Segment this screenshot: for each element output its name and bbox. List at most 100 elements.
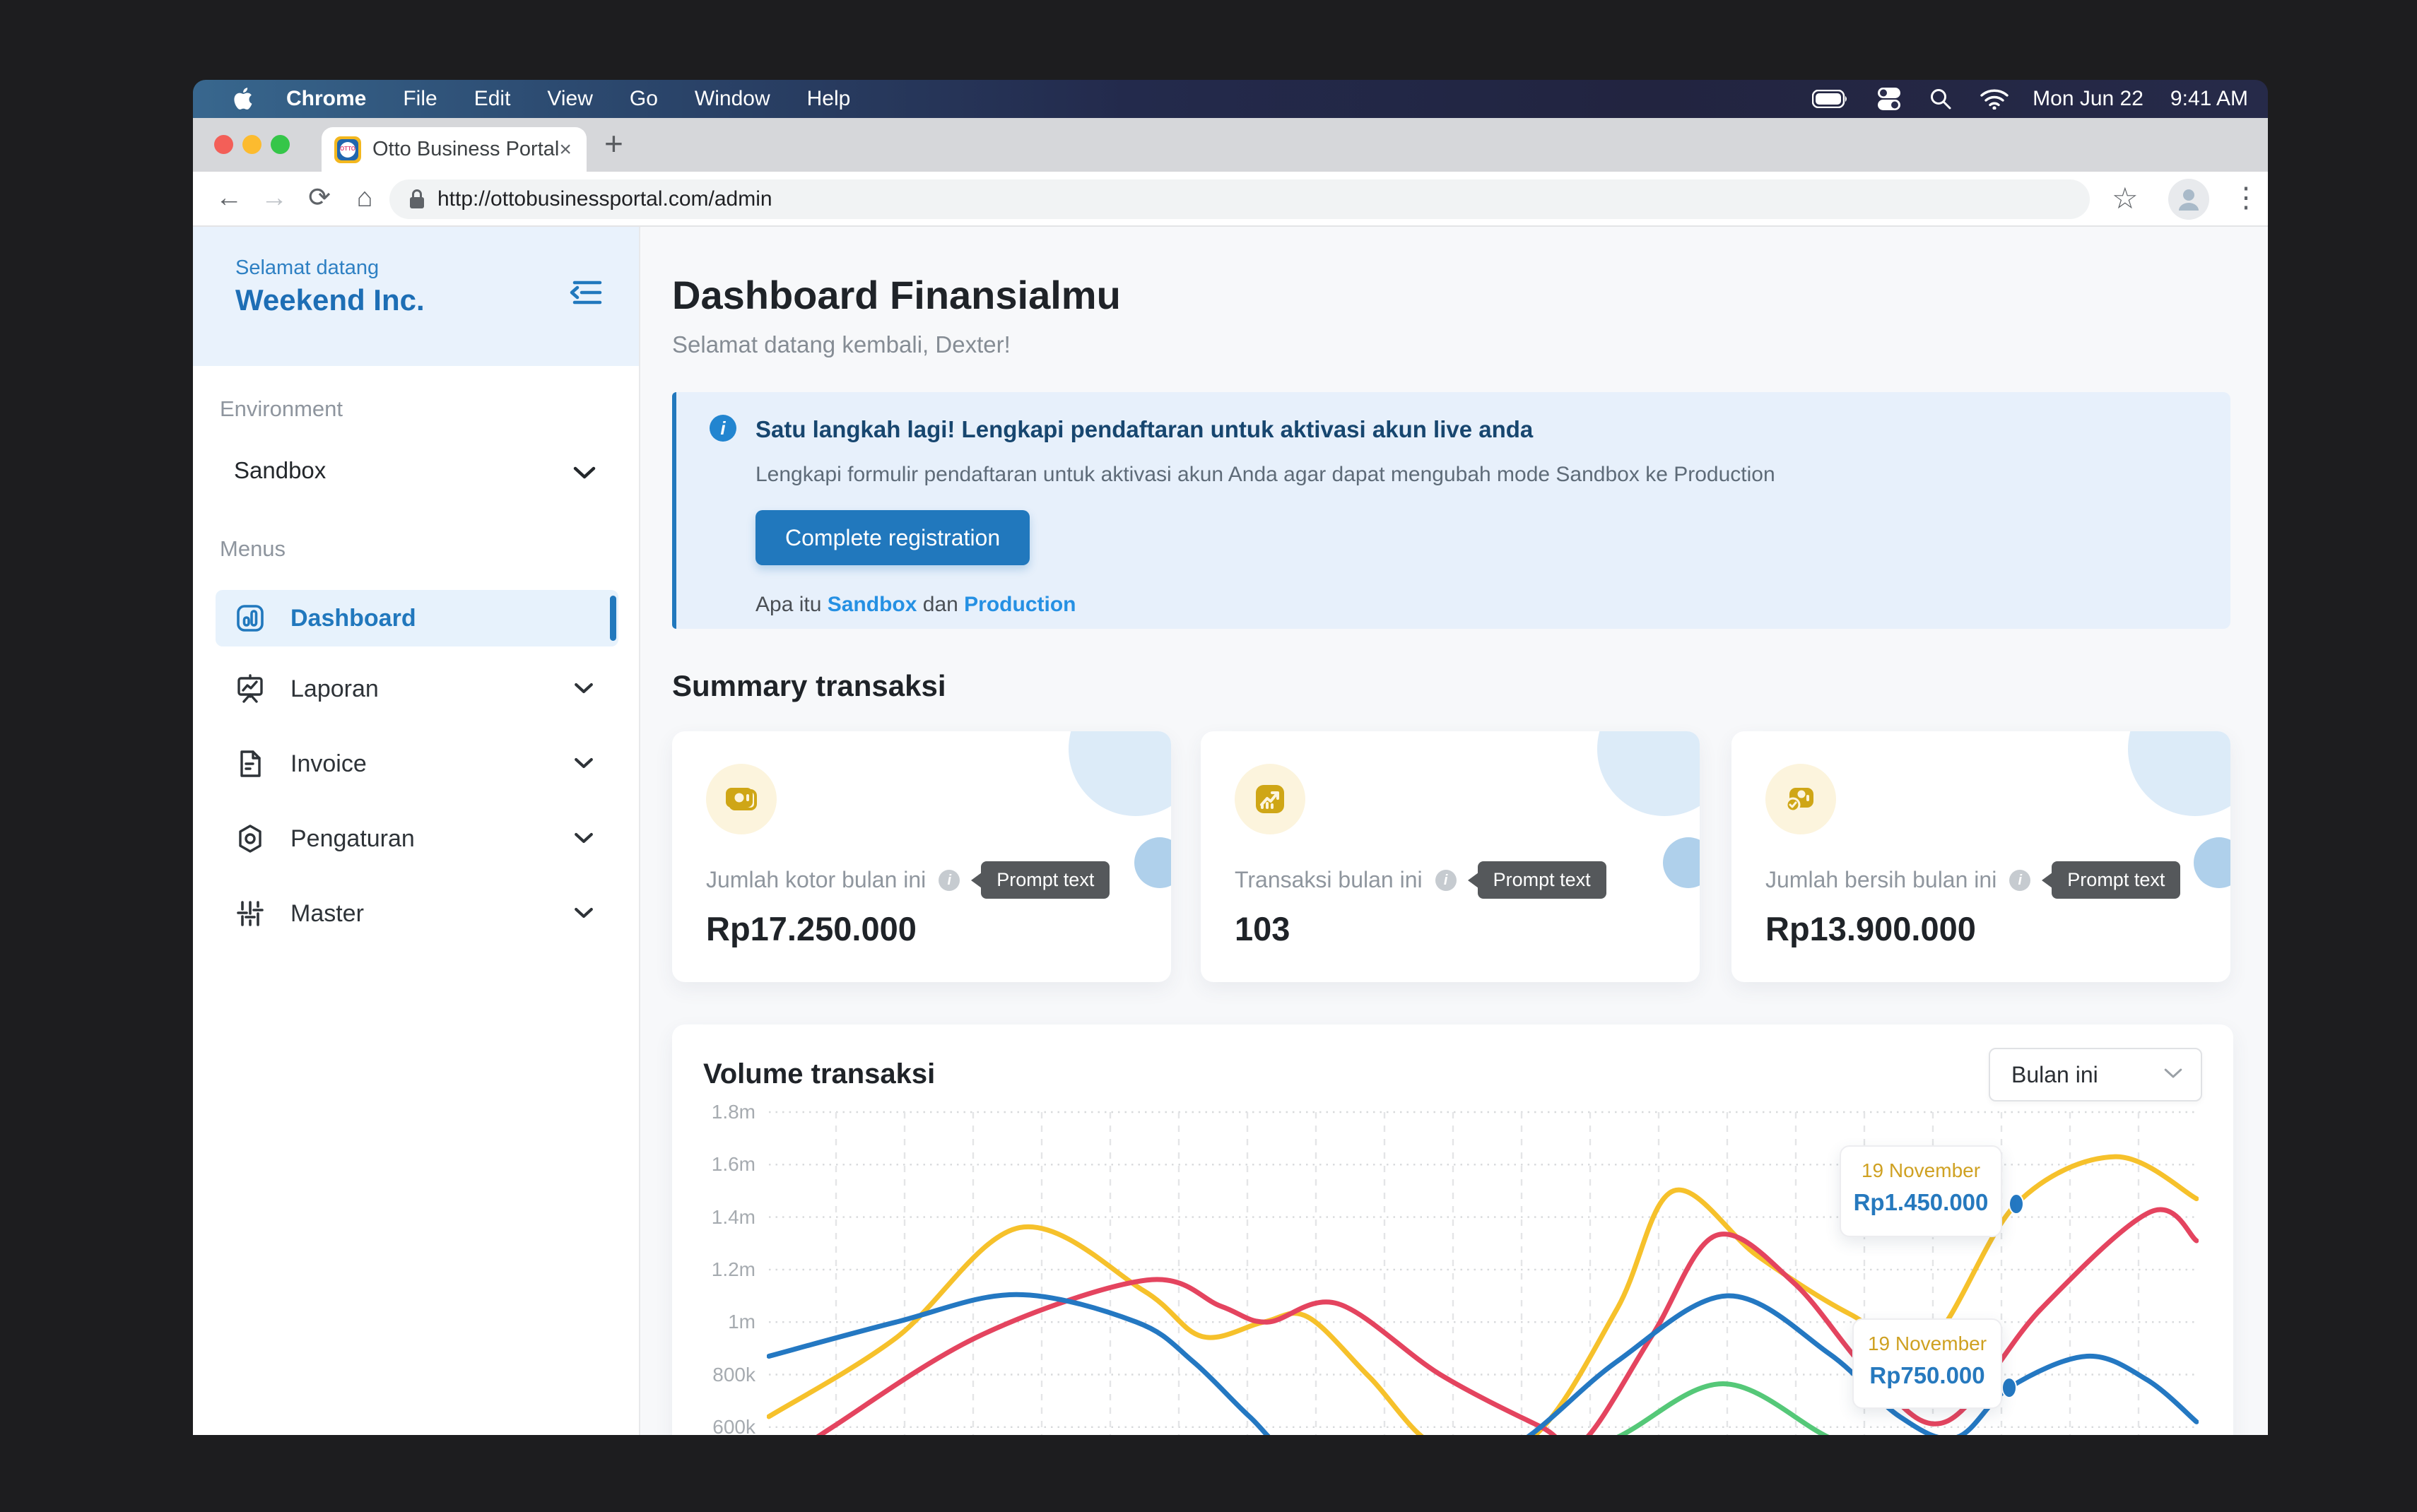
chevron-down-icon	[573, 755, 594, 774]
sidebar-item-master[interactable]: Master	[216, 885, 618, 942]
maximize-window-button[interactable]	[271, 135, 290, 154]
sidebar: Selamat datang Weekend Inc. Environment …	[193, 227, 640, 1435]
summary-card-transactions: Transaksi bulan ini i Prompt text 103	[1201, 731, 1700, 982]
url-text[interactable]: http://ottobusinessportal.com/admin	[437, 187, 772, 211]
menubar-file[interactable]: File	[403, 87, 437, 111]
collapse-sidebar-icon[interactable]	[568, 273, 606, 315]
banner-footer-prefix: Apa itu	[755, 593, 828, 616]
sidebar-item-label: Pengaturan	[290, 825, 415, 853]
chevron-down-icon	[2163, 1066, 2184, 1084]
control-center-icon[interactable]	[1877, 87, 1901, 111]
invoice-document-icon	[234, 748, 266, 779]
main-panel: Dashboard Finansialmu Selamat datang kem…	[640, 227, 2268, 1435]
decorative-circle	[2194, 837, 2230, 888]
sidebar-item-label: Laporan	[290, 675, 379, 703]
settings-icon	[234, 823, 266, 854]
profile-avatar[interactable]	[2168, 179, 2209, 220]
sidebar-item-laporan[interactable]: Laporan	[216, 661, 618, 717]
banner-title: Satu langkah lagi! Lengkapi pendaftaran …	[755, 416, 1533, 443]
prompt-tooltip: Prompt text	[981, 861, 1110, 899]
browser-menu-icon[interactable]: ⋮	[2232, 172, 2260, 227]
spotlight-search-icon[interactable]	[1929, 88, 1952, 110]
page-content: Selamat datang Weekend Inc. Environment …	[193, 227, 2268, 1435]
prompt-tooltip: Prompt text	[2052, 861, 2180, 899]
battery-icon[interactable]	[1812, 90, 1849, 108]
summary-card-net: Jumlah bersih bulan ini i Prompt text Rp…	[1731, 731, 2230, 982]
y-axis-tick: 1.6m	[692, 1150, 755, 1179]
new-tab-button[interactable]: +	[604, 118, 623, 172]
y-axis-tick: 1.4m	[692, 1203, 755, 1232]
menubar-go[interactable]: Go	[630, 87, 658, 111]
report-icon	[234, 673, 266, 704]
volume-chart-card: Volume transaksi Bulan ini 1.8m 1.6m 1.4…	[672, 1024, 2233, 1435]
back-icon[interactable]: ←	[211, 172, 247, 227]
decorative-circle	[1134, 837, 1171, 888]
menubar-help[interactable]: Help	[807, 87, 851, 111]
chart-tooltip: 19 November Rp750.000	[1852, 1318, 2002, 1409]
chart-title: Volume transaksi	[703, 1058, 935, 1090]
production-link[interactable]: Production	[964, 593, 1076, 616]
sidebar-item-label: Master	[290, 900, 364, 928]
chevron-down-icon	[573, 905, 594, 924]
browser-tab[interactable]: OTTO Otto Business Portal ×	[322, 127, 587, 172]
card-label: Jumlah kotor bulan ini	[706, 867, 926, 893]
menubar-time[interactable]: 9:41 AM	[2170, 87, 2248, 111]
y-axis-tick: 600k	[692, 1413, 755, 1435]
menubar-date[interactable]: Mon Jun 22	[2033, 87, 2143, 111]
info-icon[interactable]: i	[1435, 870, 1457, 891]
summary-card-gross: Jumlah kotor bulan ini i Prompt text Rp1…	[672, 731, 1171, 982]
card-label: Transaksi bulan ini	[1235, 867, 1423, 893]
card-value: Rp13.900.000	[1765, 909, 1976, 948]
banner-footer-middle: dan	[917, 593, 964, 616]
tooltip-date: 19 November	[1854, 1333, 2001, 1355]
info-icon[interactable]: i	[939, 870, 960, 891]
environment-select[interactable]: Sandbox	[220, 451, 616, 498]
otto-favicon-icon: OTTO	[334, 136, 361, 163]
sidebar-header: Selamat datang Weekend Inc.	[193, 227, 639, 366]
decorative-circle	[2128, 731, 2230, 816]
minimize-window-button[interactable]	[242, 135, 261, 154]
sidebar-item-dashboard[interactable]: Dashboard	[216, 590, 618, 646]
menubar-app-name[interactable]: Chrome	[286, 87, 366, 111]
address-bar[interactable]: http://ottobusinessportal.com/admin	[389, 179, 2090, 219]
sidebar-item-invoice[interactable]: Invoice	[216, 736, 618, 792]
summary-heading: Summary transaksi	[672, 669, 946, 703]
environment-section-label: Environment	[220, 396, 343, 422]
decorative-circle	[1663, 837, 1700, 888]
bookmark-star-icon[interactable]: ☆	[2112, 172, 2139, 227]
card-value: 103	[1235, 909, 1290, 948]
dashboard-icon	[234, 603, 266, 634]
welcome-label: Selamat datang	[235, 256, 379, 280]
close-window-button[interactable]	[214, 135, 233, 154]
reload-icon[interactable]: ⟳	[302, 172, 337, 227]
tab-title: Otto Business Portal	[372, 138, 559, 161]
menubar-window[interactable]: Window	[695, 87, 770, 111]
sidebar-item-label: Invoice	[290, 750, 367, 778]
period-filter-dropdown[interactable]: Bulan ini	[1989, 1048, 2202, 1101]
forward-icon[interactable]: →	[257, 172, 292, 227]
y-axis-tick: 1.8m	[692, 1098, 755, 1126]
card-label: Jumlah bersih bulan ini	[1765, 867, 1996, 893]
info-icon[interactable]: i	[2009, 870, 2030, 891]
sandbox-link[interactable]: Sandbox	[828, 593, 917, 616]
environment-value: Sandbox	[234, 457, 326, 484]
tooltip-value: Rp750.000	[1854, 1362, 2001, 1389]
sidebar-item-pengaturan[interactable]: Pengaturan	[216, 810, 618, 867]
sidebar-item-label: Dashboard	[290, 605, 416, 632]
apple-icon[interactable]	[234, 87, 255, 111]
complete-registration-button[interactable]: Complete registration	[755, 510, 1030, 565]
decorative-circle	[1597, 731, 1700, 816]
tab-close-icon[interactable]: ×	[559, 138, 572, 162]
wifi-icon[interactable]	[1980, 88, 2009, 110]
browser-tabbar: OTTO Otto Business Portal × +	[193, 118, 2268, 172]
info-icon: i	[710, 415, 736, 442]
menubar-edit[interactable]: Edit	[474, 87, 511, 111]
page-subtitle: Selamat datang kembali, Dexter!	[672, 331, 1011, 358]
tooltip-date: 19 November	[1841, 1159, 2001, 1182]
y-axis-tick: 1.2m	[692, 1256, 755, 1284]
registration-banner: i Satu langkah lagi! Lengkapi pendaftara…	[672, 392, 2230, 629]
home-icon[interactable]: ⌂	[347, 172, 382, 227]
menubar-view[interactable]: View	[547, 87, 592, 111]
desktop-background: Chrome File Edit View Go Window Help Mon…	[0, 0, 2417, 1512]
macos-menubar: Chrome File Edit View Go Window Help Mon…	[193, 80, 2268, 118]
